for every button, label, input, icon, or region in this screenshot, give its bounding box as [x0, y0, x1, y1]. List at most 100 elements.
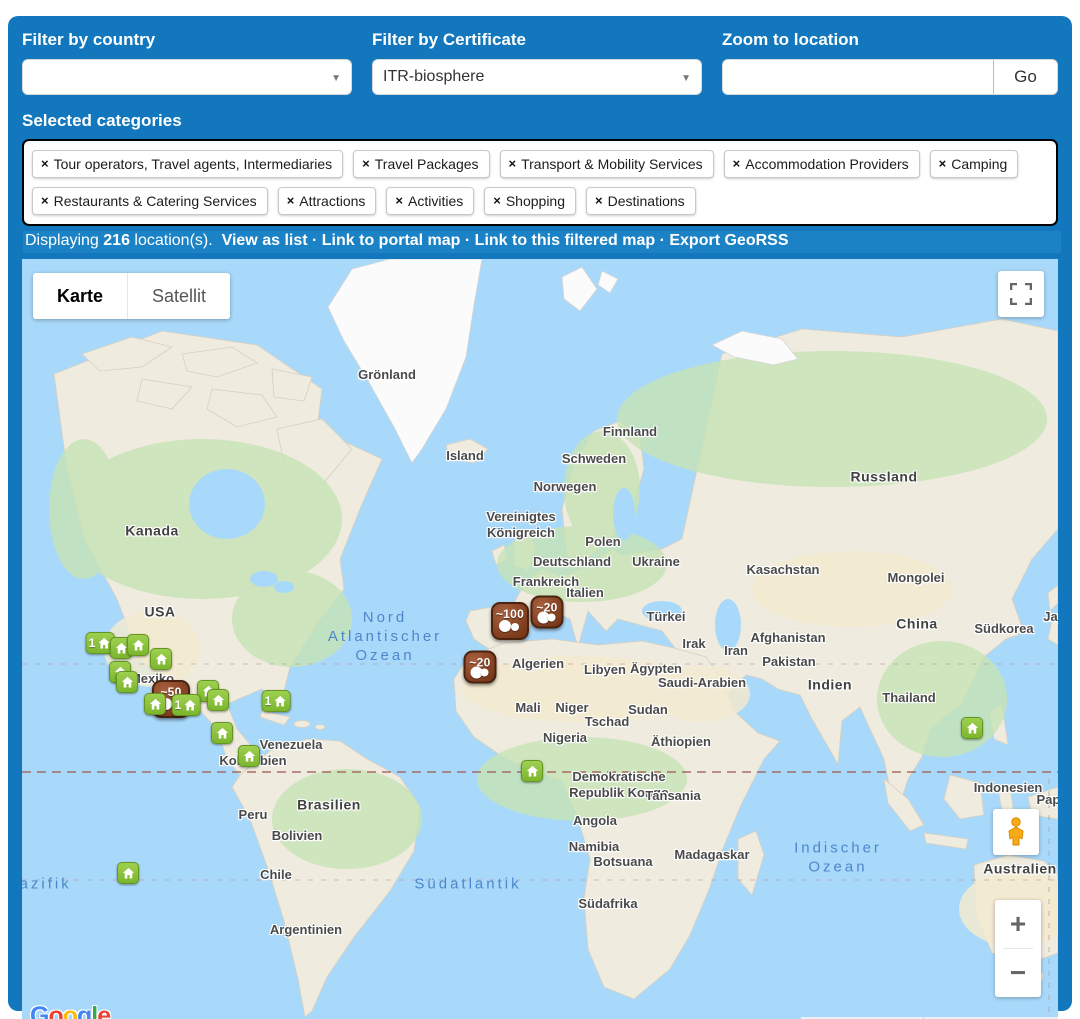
- cluster-marker[interactable]: ~20: [464, 651, 497, 684]
- category-chip-label: Travel Packages: [375, 156, 479, 172]
- house-marker[interactable]: [144, 693, 166, 715]
- map-label: USA: [144, 603, 175, 621]
- certificate-select[interactable]: ITR-biosphere ▼: [372, 59, 702, 95]
- map-label: Äthiopien: [651, 734, 711, 750]
- map-label: Argentinien: [270, 922, 342, 938]
- google-logo-letter: o: [63, 1002, 77, 1019]
- house-icon: [272, 694, 287, 709]
- zoom-in-button[interactable]: +: [995, 900, 1041, 948]
- house-icon: [242, 749, 257, 764]
- category-chip[interactable]: ×Accommodation Providers: [724, 150, 920, 178]
- map-label: Island: [446, 448, 484, 464]
- map-label: Namibia: [569, 839, 620, 855]
- link-separator: ·: [460, 232, 474, 249]
- map-label: Pakistan: [762, 654, 815, 670]
- google-logo-letter: e: [97, 1002, 110, 1019]
- fullscreen-button[interactable]: [998, 271, 1044, 317]
- zoom-out-button[interactable]: −: [995, 949, 1041, 997]
- certificate-select-value: ITR-biosphere: [383, 68, 484, 86]
- house-marker[interactable]: [127, 634, 149, 656]
- google-logo-letter: G: [30, 1002, 48, 1019]
- category-chip-label: Activities: [408, 193, 463, 209]
- chevron-down-icon: ▼: [681, 73, 691, 84]
- house-marker[interactable]: [117, 862, 139, 884]
- house-marker[interactable]: [238, 745, 260, 767]
- map-label: Mongolei: [887, 570, 944, 586]
- status-link[interactable]: Export GeoRSS: [669, 232, 788, 249]
- cluster-marker[interactable]: ~20: [531, 596, 564, 629]
- house-marker-count: 1: [89, 636, 96, 650]
- house-icon: [148, 697, 163, 712]
- zoom-to-location-input[interactable]: [723, 60, 993, 94]
- map-label: Italien: [566, 585, 604, 601]
- house-marker[interactable]: 1: [262, 690, 291, 712]
- map-label: Tansania: [645, 788, 700, 804]
- map-label: Sudan: [628, 702, 668, 718]
- map-label: Russland: [850, 468, 917, 486]
- map-label: Nigeria: [543, 730, 587, 746]
- location-count: 216: [103, 232, 130, 249]
- house-marker-count: 1: [265, 694, 272, 708]
- remove-chip-icon[interactable]: ×: [362, 156, 370, 171]
- house-marker[interactable]: [211, 722, 233, 744]
- category-chip[interactable]: × Tour operators, Travel agents, Intermed…: [32, 150, 343, 178]
- map-label: Peru: [239, 807, 268, 823]
- ocean-label: Nord Atlantischer Ozean: [328, 609, 442, 665]
- category-chip[interactable]: × Activities: [386, 187, 474, 215]
- link-separator: ·: [308, 232, 322, 249]
- ocean-label: Indischer Ozean: [794, 839, 882, 877]
- map-label: Angola: [573, 813, 617, 829]
- category-chip-label: Transport & Mobility Services: [521, 156, 703, 172]
- house-marker[interactable]: [207, 689, 229, 711]
- map-label: Bolivien: [272, 828, 323, 844]
- map-label: Türkei: [646, 609, 685, 625]
- category-chip[interactable]: × Attractions: [278, 187, 377, 215]
- map-type-karte[interactable]: Karte: [33, 273, 127, 319]
- go-button[interactable]: Go: [993, 60, 1057, 94]
- status-link[interactable]: Link to this filtered map: [475, 232, 655, 249]
- remove-chip-icon[interactable]: ×: [595, 193, 603, 208]
- house-marker[interactable]: 1: [172, 694, 201, 716]
- map-label: Schweden: [562, 451, 626, 467]
- status-link[interactable]: Link to portal map: [322, 232, 461, 249]
- remove-chip-icon[interactable]: ×: [287, 193, 295, 208]
- ocean-label: Südatlantik: [414, 876, 521, 895]
- remove-chip-icon[interactable]: ×: [493, 193, 501, 208]
- category-chip-label: Tour operators, Travel agents, Intermedi…: [54, 156, 333, 172]
- pegman-icon: [1005, 817, 1027, 847]
- category-chip[interactable]: ×Destinations: [586, 187, 696, 215]
- house-marker[interactable]: [521, 760, 543, 782]
- map-type-satellit[interactable]: Satellit: [127, 273, 230, 319]
- status-link[interactable]: View as list: [222, 232, 308, 249]
- house-marker[interactable]: [961, 717, 983, 739]
- category-chip[interactable]: ×Camping: [930, 150, 1019, 178]
- category-chip[interactable]: × Transport & Mobility Services: [500, 150, 714, 178]
- remove-chip-icon[interactable]: ×: [41, 193, 49, 208]
- house-icon: [154, 652, 169, 667]
- page: Filter by country ▼ Filter by Certificat…: [0, 0, 1080, 1019]
- world-map[interactable]: [22, 259, 1058, 1019]
- google-logo[interactable]: Google: [30, 1002, 110, 1019]
- map-label: Kanada: [125, 522, 179, 540]
- map-label: China: [896, 615, 937, 633]
- map-label: Grönland: [358, 367, 416, 383]
- remove-chip-icon[interactable]: ×: [733, 156, 741, 171]
- house-marker[interactable]: [150, 648, 172, 670]
- remove-chip-icon[interactable]: ×: [41, 156, 49, 171]
- category-chip-label: Attractions: [299, 193, 365, 209]
- country-select[interactable]: ▼: [22, 59, 352, 95]
- map-canvas[interactable]: Karte Satellit + − Google Karten: [22, 259, 1058, 1019]
- remove-chip-icon[interactable]: ×: [939, 156, 947, 171]
- category-chip[interactable]: × Travel Packages: [353, 150, 489, 178]
- house-icon: [215, 726, 230, 741]
- category-chip[interactable]: ×Restaurants & Catering Services: [32, 187, 268, 215]
- remove-chip-icon[interactable]: ×: [395, 193, 403, 208]
- zoom-to-location-group: Go: [722, 59, 1058, 95]
- selected-categories-title: Selected categories: [22, 111, 1058, 131]
- house-marker[interactable]: [116, 671, 138, 693]
- pegman-button[interactable]: [993, 809, 1039, 855]
- filter-bar: Filter by country ▼ Filter by Certificat…: [22, 28, 1058, 95]
- category-chip[interactable]: ×Shopping: [484, 187, 576, 215]
- remove-chip-icon[interactable]: ×: [509, 156, 517, 171]
- cluster-marker[interactable]: ~100: [491, 602, 529, 640]
